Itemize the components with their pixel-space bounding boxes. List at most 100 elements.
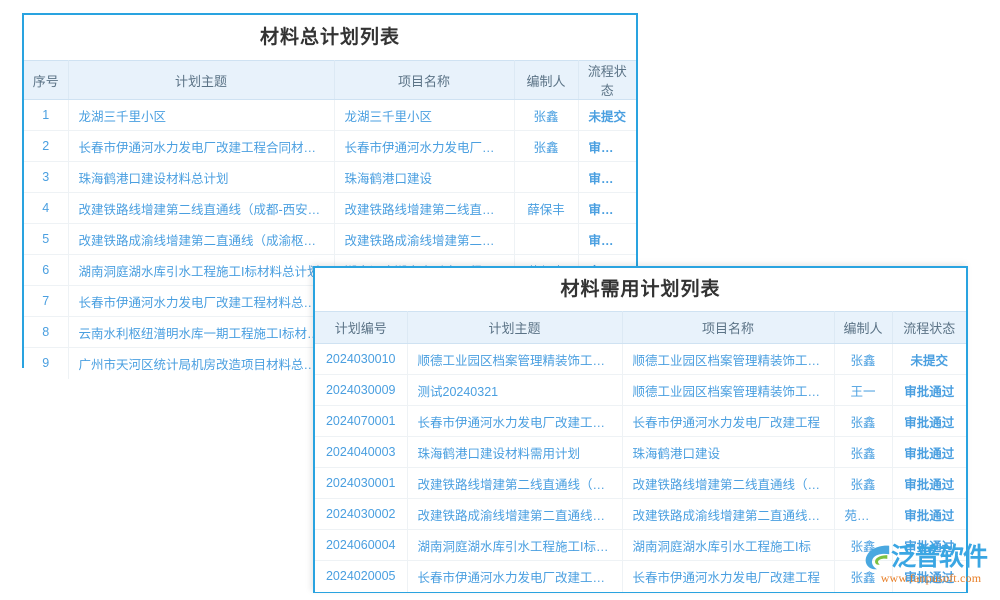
row-topic[interactable]: 长春市伊通河水力发电厂改建工程合同材料… <box>68 131 334 162</box>
row-preparer: 张鑫 <box>834 561 892 592</box>
table-row[interactable]: 2024020005 长春市伊通河水力发电厂改建工程材… 长春市伊通河水力发电厂… <box>315 561 966 592</box>
table-row[interactable]: 2024060004 湖南洞庭湖水库引水工程施工I标材… 湖南洞庭湖水库引水工程… <box>315 530 966 561</box>
demand-plan-table: 计划编号 计划主题 项目名称 编制人 流程状态 2024030010 顺德工业园… <box>315 311 966 592</box>
col-header-topic[interactable]: 计划主题 <box>407 312 622 344</box>
col-header-preparer[interactable]: 编制人 <box>514 61 578 100</box>
row-topic[interactable]: 长春市伊通河水力发电厂改建工程材… <box>407 561 622 592</box>
row-status: 审批通过 <box>892 406 966 437</box>
row-plan-code: 2024030010 <box>315 344 407 375</box>
row-project[interactable]: 珠海鹤港口建设 <box>622 437 834 468</box>
row-preparer: 王一 <box>834 375 892 406</box>
table-row[interactable]: 2024030009 测试20240321 顺德工业园区档案管理精装饰工程（… … <box>315 375 966 406</box>
table-row[interactable]: 3 珠海鹤港口建设材料总计划 珠海鹤港口建设 审批通过 <box>24 162 636 193</box>
row-status: 审批通过 <box>578 162 636 193</box>
screenshot-root: 材料总计划列表 序号 计划主题 项目名称 编制人 流程状态 1 龙湖三千里小区 … <box>0 0 1000 600</box>
row-seq: 4 <box>24 193 68 224</box>
row-preparer: 张鑫 <box>834 344 892 375</box>
row-status: 审批通过 <box>892 375 966 406</box>
col-header-seq[interactable]: 序号 <box>24 61 68 100</box>
col-header-topic[interactable]: 计划主题 <box>68 61 334 100</box>
col-header-status[interactable]: 流程状态 <box>892 312 966 344</box>
row-project[interactable]: 顺德工业园区档案管理精装饰工程（… <box>622 344 834 375</box>
row-status: 审批通过 <box>578 193 636 224</box>
row-preparer <box>514 224 578 255</box>
row-seq: 3 <box>24 162 68 193</box>
row-topic[interactable]: 珠海鹤港口建设材料总计划 <box>68 162 334 193</box>
col-header-preparer[interactable]: 编制人 <box>834 312 892 344</box>
row-status: 审批通过 <box>892 468 966 499</box>
row-project[interactable]: 长春市伊通河水力发电厂改建工程 <box>622 406 834 437</box>
col-header-status[interactable]: 流程状态 <box>578 61 636 100</box>
row-status: 审批通过 <box>578 224 636 255</box>
row-plan-code: 2024030009 <box>315 375 407 406</box>
table-row[interactable]: 4 改建铁路线增建第二线直通线（成都-西安）… 改建铁路线增建第二线直通线（… … <box>24 193 636 224</box>
row-project[interactable]: 湖南洞庭湖水库引水工程施工I标 <box>622 530 834 561</box>
row-preparer: 张鑫 <box>834 437 892 468</box>
row-seq: 6 <box>24 255 68 286</box>
row-topic[interactable]: 广州市天河区统计局机房改造项目材料总计划 <box>68 348 334 379</box>
demand-plan-header-row: 计划编号 计划主题 项目名称 编制人 流程状态 <box>315 312 966 344</box>
row-project[interactable]: 改建铁路成渝线增建第二直通线… <box>334 224 514 255</box>
row-project[interactable]: 珠海鹤港口建设 <box>334 162 514 193</box>
row-preparer: 张鑫 <box>514 100 578 131</box>
row-status: 审批通过 <box>892 437 966 468</box>
total-plan-title: 材料总计划列表 <box>24 15 636 60</box>
row-topic[interactable]: 改建铁路成渝线增建第二直通线（成… <box>407 499 622 530</box>
row-seq: 2 <box>24 131 68 162</box>
row-preparer: 张鑫 <box>834 406 892 437</box>
row-status: 审批通过 <box>578 131 636 162</box>
row-status: 审批通过 <box>892 530 966 561</box>
demand-plan-title: 材料需用计划列表 <box>315 268 966 311</box>
table-row[interactable]: 1 龙湖三千里小区 龙湖三千里小区 张鑫 未提交 <box>24 100 636 131</box>
row-topic[interactable]: 云南水利枢纽潽明水库一期工程施工I标材料… <box>68 317 334 348</box>
row-seq: 8 <box>24 317 68 348</box>
table-row[interactable]: 2024030010 顺德工业园区档案管理精装饰工程（… 顺德工业园区档案管理精… <box>315 344 966 375</box>
row-topic[interactable]: 长春市伊通河水力发电厂改建工程材料总计划 <box>68 286 334 317</box>
table-row[interactable]: 2 长春市伊通河水力发电厂改建工程合同材料… 长春市伊通河水力发电厂改建工程 张… <box>24 131 636 162</box>
row-topic[interactable]: 测试20240321 <box>407 375 622 406</box>
row-plan-code: 2024030002 <box>315 499 407 530</box>
table-row[interactable]: 2024030001 改建铁路线增建第二线直通线（成都… 改建铁路线增建第二线直… <box>315 468 966 499</box>
row-topic[interactable]: 改建铁路线增建第二线直通线（成都-西安）… <box>68 193 334 224</box>
row-preparer: 张鑫 <box>514 131 578 162</box>
row-plan-code: 2024070001 <box>315 406 407 437</box>
row-project[interactable]: 改建铁路线增建第二线直通线（成都… <box>622 468 834 499</box>
table-row[interactable]: 2024070001 长春市伊通河水力发电厂改建工程合… 长春市伊通河水力发电厂… <box>315 406 966 437</box>
row-seq: 1 <box>24 100 68 131</box>
row-topic[interactable]: 改建铁路成渝线增建第二直通线（成渝枢纽… <box>68 224 334 255</box>
material-demand-plan-panel: 材料需用计划列表 计划编号 计划主题 项目名称 编制人 流程状态 2024030… <box>313 266 968 593</box>
col-header-plan-code[interactable]: 计划编号 <box>315 312 407 344</box>
table-row[interactable]: 2024040003 珠海鹤港口建设材料需用计划 珠海鹤港口建设 张鑫 审批通过 <box>315 437 966 468</box>
table-row[interactable]: 2024030002 改建铁路成渝线增建第二直通线（成… 改建铁路成渝线增建第二… <box>315 499 966 530</box>
col-header-project[interactable]: 项目名称 <box>334 61 514 100</box>
row-project[interactable]: 改建铁路线增建第二线直通线（… <box>334 193 514 224</box>
row-status: 未提交 <box>578 100 636 131</box>
row-project[interactable]: 顺德工业园区档案管理精装饰工程（… <box>622 375 834 406</box>
row-plan-code: 2024060004 <box>315 530 407 561</box>
row-status: 审批通过 <box>892 499 966 530</box>
row-project[interactable]: 龙湖三千里小区 <box>334 100 514 131</box>
row-preparer: 张鑫 <box>834 530 892 561</box>
row-seq: 9 <box>24 348 68 379</box>
row-status: 未提交 <box>892 344 966 375</box>
row-plan-code: 2024040003 <box>315 437 407 468</box>
row-preparer: 薛保丰 <box>514 193 578 224</box>
table-row[interactable]: 5 改建铁路成渝线增建第二直通线（成渝枢纽… 改建铁路成渝线增建第二直通线… 审… <box>24 224 636 255</box>
row-topic[interactable]: 长春市伊通河水力发电厂改建工程合… <box>407 406 622 437</box>
row-topic[interactable]: 珠海鹤港口建设材料需用计划 <box>407 437 622 468</box>
col-header-project[interactable]: 项目名称 <box>622 312 834 344</box>
total-plan-header-row: 序号 计划主题 项目名称 编制人 流程状态 <box>24 61 636 100</box>
row-project[interactable]: 改建铁路成渝线增建第二直通线（成… <box>622 499 834 530</box>
row-preparer: 张鑫 <box>834 468 892 499</box>
row-seq: 5 <box>24 224 68 255</box>
row-topic[interactable]: 湖南洞庭湖水库引水工程施工I标材… <box>407 530 622 561</box>
row-project[interactable]: 长春市伊通河水力发电厂改建工程 <box>622 561 834 592</box>
row-status: 审批通过 <box>892 561 966 592</box>
row-topic[interactable]: 龙湖三千里小区 <box>68 100 334 131</box>
row-topic[interactable]: 改建铁路线增建第二线直通线（成都… <box>407 468 622 499</box>
row-seq: 7 <box>24 286 68 317</box>
row-project[interactable]: 长春市伊通河水力发电厂改建工程 <box>334 131 514 162</box>
row-plan-code: 2024030001 <box>315 468 407 499</box>
row-topic[interactable]: 湖南洞庭湖水库引水工程施工I标材料总计划 <box>68 255 334 286</box>
row-topic[interactable]: 顺德工业园区档案管理精装饰工程（… <box>407 344 622 375</box>
